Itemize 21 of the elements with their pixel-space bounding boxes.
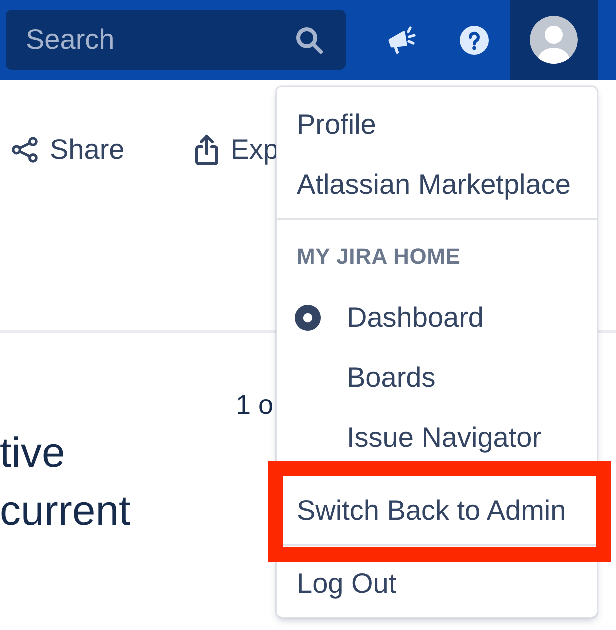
menu-item[interactable]: Atlassian Marketplace [277, 155, 597, 215]
menu-item[interactable]: Boards [277, 348, 597, 408]
radio-selected-icon [295, 305, 321, 331]
profile-button[interactable] [510, 0, 598, 80]
page-heading: tive [0, 428, 66, 478]
megaphone-icon [387, 26, 417, 54]
help-icon [460, 26, 488, 54]
upload-tray-icon [194, 134, 219, 166]
share-button[interactable]: Share [12, 130, 125, 170]
menu-item[interactable]: Issue Navigator [277, 408, 597, 468]
pagination-text: 1 o [236, 389, 274, 421]
search-icon[interactable] [295, 26, 324, 55]
avatar-icon [530, 16, 578, 64]
menu-item[interactable]: Switch Back to Admin [277, 481, 597, 541]
page-heading: current [0, 486, 131, 536]
menu-item[interactable]: Dashboard [277, 288, 597, 348]
search-field[interactable]: Search [6, 10, 346, 70]
menu-section-heading: MY JIRA HOME [296, 243, 462, 271]
menu-item[interactable]: Log Out [277, 554, 597, 614]
menu-item[interactable]: Profile [277, 95, 597, 155]
share-icon [12, 137, 38, 163]
